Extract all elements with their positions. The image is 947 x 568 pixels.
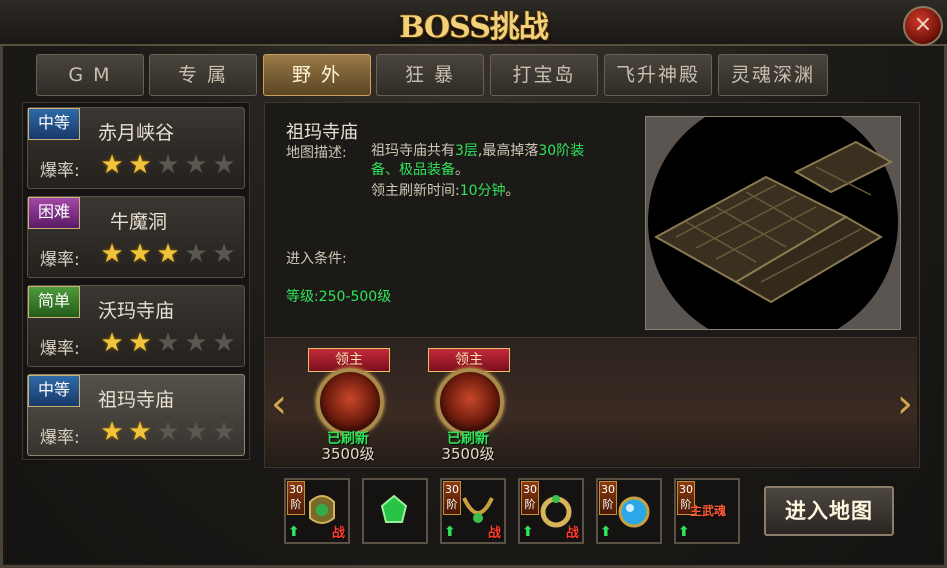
item-battle-tag: 战 — [331, 526, 345, 541]
star-icon: ★ — [184, 150, 208, 180]
star-icon: ★ — [212, 328, 236, 358]
reward-item[interactable] — [362, 478, 428, 544]
upgrade-arrow-icon: ⬆ — [444, 524, 456, 540]
star-icon: ★ — [184, 417, 208, 447]
boss-list-panel: 中等 赤月峡谷 爆率: ★ ★ ★ ★ ★ 困难 牛魔洞 爆率: ★ ★ ★ ★ ★ 简单 沃玛… — [22, 102, 250, 460]
map-title: 祖玛寺庙 — [286, 122, 358, 143]
reward-item[interactable]: 30阶 ⬆ — [596, 478, 662, 544]
star-icon: ★ — [184, 328, 208, 358]
item-battle-tag: 战 — [487, 526, 501, 541]
boss-map-name: 祖玛寺庙 — [98, 389, 175, 411]
star-icon: ★ — [128, 417, 152, 447]
boss-list-item[interactable]: 简单 沃玛寺庙 爆率: ★ ★ ★ ★ ★ — [27, 285, 245, 367]
desc-drop-2: 备、极品装备 — [371, 162, 455, 178]
item-tier: 30阶 — [521, 481, 539, 515]
reward-item[interactable]: 30阶 ⬆ 战 — [284, 478, 350, 544]
boss-map-name: 沃玛寺庙 — [98, 300, 175, 322]
difficulty-badge: 简单 — [28, 286, 80, 318]
orb-icon — [618, 496, 650, 528]
star-icon: ★ — [184, 239, 208, 269]
item-tier: 30阶 — [599, 481, 617, 515]
boss-level: 3500级 — [321, 445, 375, 463]
difficulty-badge: 困难 — [28, 197, 80, 229]
boss-portrait — [436, 368, 504, 436]
title-bar: BOSS挑战 × — [0, 0, 947, 46]
drop-rate-stars: ★ ★ ★ ★ ★ — [98, 241, 238, 267]
carousel-prev-icon[interactable]: ‹ — [270, 382, 288, 426]
green-gem-icon — [380, 494, 408, 523]
desc-floors: 3层 — [455, 143, 478, 159]
boss-list-item[interactable]: 中等 祖玛寺庙 爆率: ★ ★ ★ ★ ★ — [27, 374, 245, 456]
star-icon: ★ — [156, 150, 180, 180]
drop-rate-label: 爆率: — [40, 250, 80, 270]
maze-map-icon — [653, 140, 894, 304]
drop-rate-label: 爆率: — [40, 161, 80, 181]
tab-gm[interactable]: G M — [36, 54, 144, 96]
drop-rate-stars: ★ ★ ★ ★ ★ — [98, 419, 238, 445]
level-requirement: 等级:250-500级 — [286, 289, 392, 305]
star-icon: ★ — [156, 417, 180, 447]
tab-rage[interactable]: 狂 暴 — [376, 54, 484, 96]
star-icon: ★ — [212, 239, 236, 269]
reward-item[interactable]: 30阶 主武魂 ⬆ — [674, 478, 740, 544]
upgrade-arrow-icon: ⬆ — [288, 524, 300, 540]
refresh-time-row: 领主刷新时间:10分钟。 — [371, 180, 520, 200]
item-soul-label: 主武魂 — [689, 504, 726, 518]
star-icon: ★ — [128, 239, 152, 269]
tab-treasure-island[interactable]: 打宝岛 — [490, 54, 598, 96]
boss-card[interactable]: 领主 已刷新 3500级 — [302, 346, 394, 463]
star-icon: ★ — [128, 150, 152, 180]
window-title: BOSS挑战 — [399, 10, 549, 45]
drop-rate-label: 爆率: — [40, 428, 80, 448]
desc-text-2: ,最高掉落 — [477, 143, 539, 159]
star-icon: ★ — [100, 239, 124, 269]
desc-text-1: 祖玛寺庙共有 — [371, 143, 455, 159]
star-icon: ★ — [128, 328, 152, 358]
boss-list-item[interactable]: 中等 赤月峡谷 爆率: ★ ★ ★ ★ ★ — [27, 107, 245, 189]
drop-rate-stars: ★ ★ ★ ★ ★ — [98, 330, 238, 356]
upgrade-arrow-icon: ⬆ — [678, 524, 690, 540]
item-tier: 30阶 — [287, 481, 305, 515]
tab-ascension-temple[interactable]: 飞升神殿 — [604, 54, 712, 96]
upgrade-arrow-icon: ⬆ — [522, 524, 534, 540]
star-icon: ★ — [156, 328, 180, 358]
drop-rate-stars: ★ ★ ★ ★ ★ — [98, 152, 238, 178]
enter-map-button[interactable]: 进入地图 — [764, 486, 894, 536]
entry-condition-label: 进入条件: — [286, 251, 347, 267]
desc-drop-1: 30阶装 — [538, 143, 585, 159]
close-icon[interactable]: × — [903, 6, 943, 46]
difficulty-badge: 中等 — [28, 375, 80, 407]
difficulty-badge: 中等 — [28, 108, 80, 140]
boss-portrait — [316, 368, 384, 436]
boss-list-item[interactable]: 困难 牛魔洞 爆率: ★ ★ ★ ★ ★ — [27, 196, 245, 278]
boss-map-name: 赤月峡谷 — [98, 122, 175, 144]
boss-card[interactable]: 领主 已刷新 3500级 — [422, 346, 514, 463]
star-icon: ★ — [100, 417, 124, 447]
desc-end: 。 — [455, 162, 469, 178]
map-description: 祖玛寺庙共有3层,最高掉落30阶装备、极品装备。 — [371, 142, 636, 180]
star-icon: ★ — [156, 239, 180, 269]
map-description-label: 地图描述: — [286, 145, 347, 161]
star-icon: ★ — [212, 417, 236, 447]
item-tier: 30阶 — [443, 481, 461, 515]
reward-item[interactable]: 30阶 ⬆ 战 — [440, 478, 506, 544]
carousel-next-icon[interactable]: › — [896, 382, 914, 426]
upgrade-arrow-icon: ⬆ — [600, 524, 612, 540]
tab-exclusive[interactable]: 专 属 — [149, 54, 257, 96]
item-battle-tag: 战 — [565, 526, 579, 541]
boss-challenge-window: BOSS挑战 × G M 专 属 野 外 狂 暴 打宝岛 飞升神殿 灵魂深渊 中… — [0, 0, 947, 568]
tab-field[interactable]: 野 外 — [263, 54, 371, 96]
refresh-time-value: 10分钟 — [459, 183, 506, 199]
refresh-time-end: 。 — [505, 183, 520, 199]
tab-soul-abyss[interactable]: 灵魂深渊 — [718, 54, 828, 96]
star-icon: ★ — [212, 150, 236, 180]
star-icon: ★ — [100, 328, 124, 358]
refresh-time-label: 领主刷新时间: — [371, 183, 460, 199]
boss-map-name: 牛魔洞 — [110, 211, 168, 233]
drop-rate-label: 爆率: — [40, 339, 80, 359]
star-icon: ★ — [100, 150, 124, 180]
map-preview — [645, 116, 901, 330]
reward-item[interactable]: 30阶 ⬆ 战 — [518, 478, 584, 544]
boss-level: 3500级 — [441, 445, 495, 463]
